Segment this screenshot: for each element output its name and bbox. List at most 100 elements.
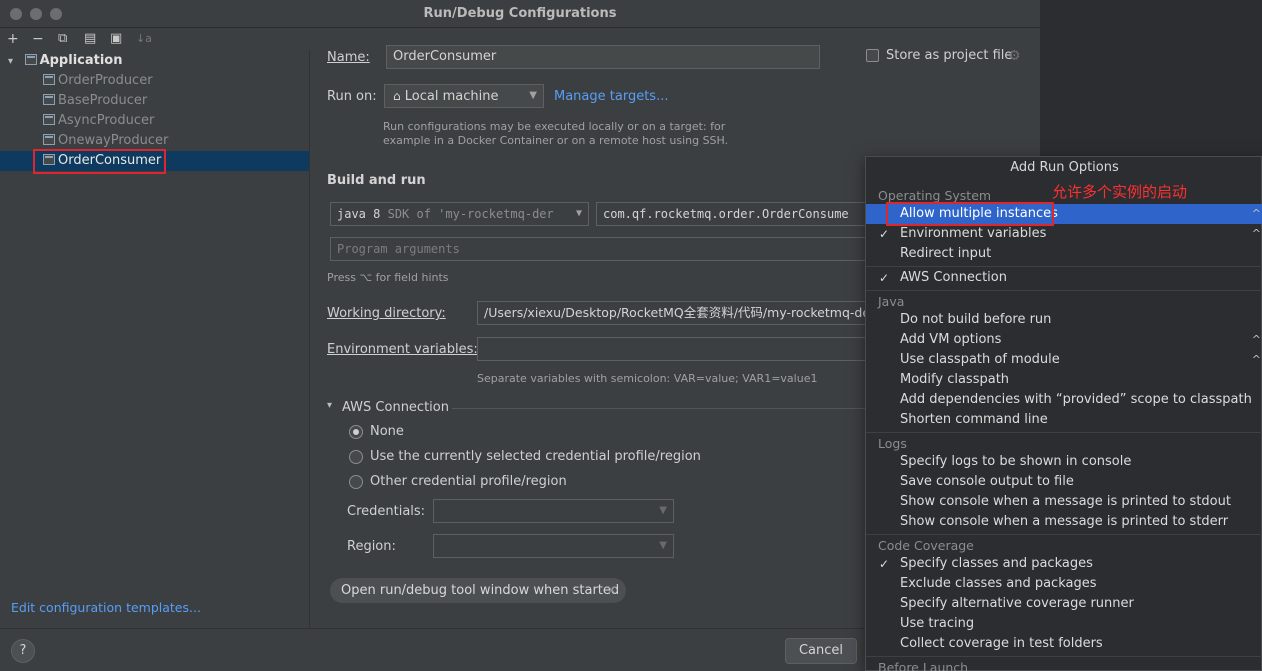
- build-run-heading: Build and run: [327, 173, 426, 188]
- aws-other-radio[interactable]: [349, 475, 363, 489]
- copy-icon[interactable]: ⧉: [58, 28, 67, 50]
- cancel-button[interactable]: Cancel: [785, 638, 857, 664]
- option-label: Specify alternative coverage runner: [900, 596, 1134, 611]
- runon-hint-line2: example in a Docker Container or on a re…: [383, 134, 729, 147]
- option-save-console-output[interactable]: Save console output to file: [866, 472, 1262, 492]
- option-environment-variables[interactable]: ✓ Environment variables ^: [866, 224, 1262, 244]
- sdk-value: java 8: [337, 207, 381, 221]
- option-shorten-command-line[interactable]: Shorten command line: [866, 410, 1262, 430]
- application-icon: [24, 54, 37, 65]
- runon-value: Local machine: [404, 89, 499, 104]
- close-icon[interactable]: ×: [606, 578, 617, 603]
- option-label: Save console output to file: [900, 474, 1074, 489]
- option-add-vm-options[interactable]: Add VM options ^: [866, 330, 1262, 350]
- envvars-field[interactable]: [477, 337, 897, 361]
- tree-item-asyncproducer[interactable]: AsyncProducer: [0, 111, 309, 131]
- option-add-provided-deps[interactable]: Add dependencies with “provided” scope t…: [866, 390, 1262, 410]
- remove-icon[interactable]: −: [32, 28, 44, 50]
- name-field[interactable]: OrderConsumer: [386, 45, 820, 69]
- tree-item-onewayproducer[interactable]: OnewayProducer: [0, 131, 309, 151]
- manage-targets-link[interactable]: Manage targets...: [554, 89, 668, 104]
- tree-item-label: AsyncProducer: [58, 113, 155, 128]
- workdir-label: Working directory:: [327, 306, 446, 321]
- credentials-select[interactable]: ▼: [433, 499, 674, 523]
- shortcut-icon: ^: [1251, 207, 1261, 220]
- option-console-stderr[interactable]: Show console when a message is printed t…: [866, 512, 1262, 532]
- program-args-field[interactable]: Program arguments: [330, 237, 890, 261]
- runon-select[interactable]: ⌂ Local machine ▼: [384, 84, 544, 108]
- separator: [866, 432, 1262, 433]
- option-label: Redirect input: [900, 246, 992, 261]
- option-alt-coverage-runner[interactable]: Specify alternative coverage runner: [866, 594, 1262, 614]
- checkmark-icon: ✓: [879, 227, 890, 241]
- option-use-classpath[interactable]: Use classpath of module ^: [866, 350, 1262, 370]
- main-class-field[interactable]: com.qf.rocketmq.order.OrderConsume: [596, 202, 896, 226]
- close-window-button[interactable]: [10, 8, 22, 20]
- option-label: Use tracing: [900, 616, 975, 631]
- chevron-down-icon: ▼: [571, 203, 582, 225]
- option-label: Specify logs to be shown in console: [900, 454, 1132, 469]
- config-icon: [43, 134, 55, 145]
- aws-current-radio[interactable]: [349, 450, 363, 464]
- store-project-checkbox[interactable]: [866, 49, 879, 62]
- highlight-box: [33, 149, 166, 174]
- option-exclude-classes[interactable]: Exclude classes and packages: [866, 574, 1262, 594]
- aws-section-heading[interactable]: AWS Connection: [342, 400, 449, 415]
- option-specify-logs[interactable]: Specify logs to be shown in console: [866, 452, 1262, 472]
- home-icon: ⌂: [393, 89, 401, 103]
- chevron-down-icon[interactable]: ▾: [8, 56, 13, 67]
- option-coverage-test-folders[interactable]: Collect coverage in test folders: [866, 634, 1262, 654]
- option-label: Specify classes and packages: [900, 556, 1093, 571]
- sdk-select[interactable]: java 8 SDK of 'my-rocketmq-der ▼: [330, 202, 589, 226]
- shortcut-icon: ^: [1251, 227, 1261, 240]
- separator: [866, 290, 1262, 291]
- option-use-tracing[interactable]: Use tracing: [866, 614, 1262, 634]
- option-specify-classes[interactable]: ✓ Specify classes and packages: [866, 554, 1262, 574]
- config-icon: [43, 94, 55, 105]
- group-code-coverage: Code Coverage: [878, 538, 974, 553]
- separator: [866, 266, 1262, 267]
- aws-none-radio[interactable]: [349, 425, 363, 439]
- tree-item-orderproducer[interactable]: OrderProducer: [0, 71, 309, 91]
- highlight-box: [886, 202, 1054, 226]
- gear-icon[interactable]: ⚙: [1008, 48, 1021, 64]
- chevron-down-icon: ▼: [659, 540, 667, 551]
- aws-current-label: Use the currently selected credential pr…: [370, 449, 701, 464]
- option-redirect-input[interactable]: Redirect input: [866, 244, 1262, 264]
- shortcut-icon: ^: [1251, 353, 1261, 366]
- separator: [866, 656, 1262, 657]
- option-do-not-build[interactable]: Do not build before run: [866, 310, 1262, 330]
- group-java: Java: [878, 294, 905, 309]
- help-button[interactable]: ?: [11, 639, 35, 663]
- folder-icon[interactable]: ▣: [110, 28, 122, 50]
- option-label: Show console when a message is printed t…: [900, 494, 1231, 509]
- option-modify-classpath[interactable]: Modify classpath: [866, 370, 1262, 390]
- option-label: Environment variables: [900, 226, 1047, 241]
- add-icon[interactable]: +: [7, 28, 19, 50]
- add-run-options-popup: Add Run Options Operating System 允许多个实例的…: [865, 156, 1262, 671]
- workdir-field[interactable]: /Users/xiexu/Desktop/RocketMQ全套资料/代码/my-…: [477, 301, 897, 325]
- minimize-window-button[interactable]: [30, 8, 42, 20]
- tool-window-chip[interactable]: Open run/debug tool window when started …: [330, 578, 626, 603]
- checkmark-icon: ✓: [879, 271, 890, 285]
- region-select[interactable]: ▼: [433, 534, 674, 558]
- tree-root-application[interactable]: ▾ Application: [0, 51, 309, 71]
- option-label: Add VM options: [900, 332, 1002, 347]
- tree-item-baseproducer[interactable]: BaseProducer: [0, 91, 309, 111]
- region-label: Region:: [347, 539, 396, 554]
- tree-item-label: OnewayProducer: [58, 133, 169, 148]
- popup-title: Add Run Options: [1010, 160, 1119, 175]
- sort-icon[interactable]: ↓a: [136, 28, 152, 50]
- save-icon[interactable]: ▤: [84, 28, 96, 50]
- chevron-down-icon[interactable]: ▾: [327, 400, 332, 411]
- sdk-detail: SDK of 'my-rocketmq-der: [387, 207, 554, 221]
- option-label: Use classpath of module: [900, 352, 1060, 367]
- option-label: Exclude classes and packages: [900, 576, 1097, 591]
- tree-root-label: Application: [39, 53, 123, 68]
- option-console-stdout[interactable]: Show console when a message is printed t…: [866, 492, 1262, 512]
- edit-templates-link[interactable]: Edit configuration templates...: [11, 600, 201, 615]
- option-aws-connection[interactable]: ✓ AWS Connection: [866, 268, 1262, 288]
- option-label: Show console when a message is printed t…: [900, 514, 1229, 529]
- field-hints-text: Press ⌥ for field hints: [327, 271, 449, 284]
- maximize-window-button[interactable]: [50, 8, 62, 20]
